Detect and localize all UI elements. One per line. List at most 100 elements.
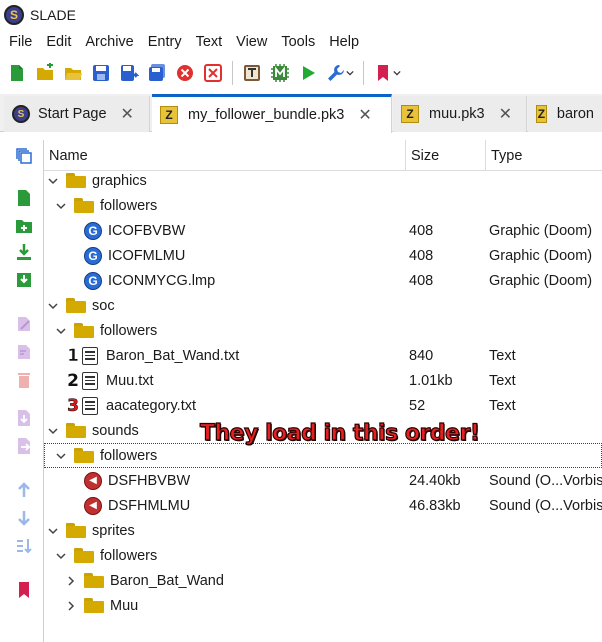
tree-row-folder[interactable]: sprites [44, 518, 602, 543]
tree-row-folder[interactable]: graphics [44, 168, 602, 193]
chevron-down-icon[interactable] [54, 449, 68, 463]
entry-name: followers [100, 322, 158, 339]
chevron-down-icon[interactable] [54, 199, 68, 213]
import-folder-icon [17, 273, 31, 287]
tree-row-entry[interactable]: ◀ DSFHMLMU 46.83kb Sound (O...Vorbis [44, 493, 602, 518]
text-entry-icon [82, 396, 98, 415]
tree-row-folder[interactable]: followers [44, 543, 602, 568]
close-icon[interactable]: ✕ [499, 104, 512, 124]
menu-entry[interactable]: Entry [143, 34, 187, 50]
run-button[interactable] [297, 62, 319, 84]
folder-icon [84, 573, 104, 588]
tree-row-entry[interactable]: G ICOFBVBW 408 Graphic (Doom) [44, 218, 602, 243]
collapse-all-button[interactable] [14, 146, 34, 166]
bookmark-dropdown-button[interactable] [372, 62, 402, 84]
play-icon [303, 66, 315, 80]
tree-row-entry[interactable]: G ICOFMLMU 408 Graphic (Doom) [44, 243, 602, 268]
tree-row-folder[interactable]: followers [44, 318, 602, 343]
import-dir-button[interactable] [14, 270, 34, 290]
menu-file[interactable]: File [4, 34, 37, 50]
entry-size: 24.40kb [409, 472, 461, 489]
entry-name: sounds [92, 422, 139, 439]
folder-icon [84, 598, 104, 613]
text-entry-icon [82, 371, 98, 390]
close-all-button[interactable] [202, 62, 224, 84]
column-header-size[interactable]: Size [406, 140, 486, 171]
close-archive-button[interactable] [174, 62, 196, 84]
close-icon[interactable]: ✕ [121, 104, 134, 124]
tree-row-entry[interactable]: ◀ DSFHBVBW 24.40kb Sound (O...Vorbis [44, 468, 602, 493]
menu-archive[interactable]: Archive [80, 34, 138, 50]
save-as-button[interactable] [118, 62, 140, 84]
new-folder-icon [37, 63, 53, 80]
entry-size: 1.01kb [409, 372, 453, 389]
sort-icon [17, 539, 32, 554]
tab-start-page[interactable]: S Start Page ✕ [4, 96, 150, 132]
chevron-right-icon[interactable] [64, 574, 78, 588]
graphic-entry-icon: G [84, 221, 102, 240]
tree-row-folder[interactable]: Muu [44, 593, 602, 618]
entry-name: DSFHBVBW [108, 472, 191, 489]
open-folder-icon [65, 68, 82, 80]
menu-view[interactable]: View [231, 34, 272, 50]
sound-entry-icon: ◀ [84, 471, 102, 490]
close-icon[interactable]: ✕ [358, 105, 371, 125]
tree-row-entry[interactable]: 2 Muu.txt 1.01kb Text [44, 368, 602, 393]
entry-name: followers [100, 197, 158, 214]
import-icon [17, 244, 31, 260]
chevron-down-icon[interactable] [46, 424, 60, 438]
menu-edit[interactable]: Edit [41, 34, 76, 50]
tools-dropdown-button[interactable] [325, 62, 355, 84]
menu-help[interactable]: Help [324, 34, 364, 50]
tree-row-entry[interactable]: 3 aacategory.txt 52 Text [44, 393, 602, 418]
new-file-icon [18, 190, 30, 206]
chevron-right-icon[interactable] [64, 599, 78, 613]
chevron-down-icon[interactable] [46, 524, 60, 538]
menu-tools[interactable]: Tools [276, 34, 320, 50]
map-editor-button[interactable] [269, 62, 291, 84]
tab-my-follower-bundle[interactable]: Z my_follower_bundle.pk3 ✕ [152, 94, 392, 133]
new-archive-button[interactable] [6, 62, 28, 84]
chevron-down-icon[interactable] [46, 299, 60, 313]
new-directory-button[interactable] [14, 216, 34, 236]
menu-text[interactable]: Text [191, 34, 228, 50]
move-down-button [14, 508, 34, 528]
load-order-number: 3 [67, 395, 79, 416]
entry-type: Graphic (Doom) [489, 272, 593, 289]
new-directory-archive-button[interactable] [34, 62, 56, 84]
close-icon [177, 65, 193, 81]
tab-muu[interactable]: Z muu.pk3 ✕ [393, 96, 527, 132]
arrow-up-icon [18, 482, 30, 497]
entry-name: ICONMYCG.lmp [108, 272, 216, 289]
graphic-entry-icon: G [84, 271, 102, 290]
tree-row-entry[interactable]: G ICONMYCG.lmp 408 Graphic (Doom) [44, 268, 602, 293]
bookmark-button[interactable] [14, 580, 34, 600]
tab-baron[interactable]: Z baron [528, 96, 602, 132]
folder-icon [74, 448, 94, 463]
entry-size: 408 [409, 247, 434, 264]
tree-row-folder[interactable]: Baron_Bat_Wand [44, 568, 602, 593]
chevron-down-icon[interactable] [54, 324, 68, 338]
tree-row-folder[interactable]: followers [44, 443, 602, 468]
column-header-name[interactable]: Name [44, 140, 406, 171]
tree-row-entry[interactable]: 1 Baron_Bat_Wand.txt 840 Text [44, 343, 602, 368]
new-entry-button[interactable] [14, 188, 34, 208]
save-button[interactable] [90, 62, 112, 84]
text-entry-icon [82, 346, 98, 365]
import-entry-icon [18, 410, 30, 426]
entry-name: sprites [92, 522, 135, 539]
entry-name: followers [100, 447, 158, 464]
entry-name: followers [100, 547, 158, 564]
text-editor-button[interactable] [241, 62, 263, 84]
rename-each-icon [18, 345, 30, 359]
save-all-button[interactable] [146, 62, 168, 84]
open-archive-button[interactable] [62, 62, 84, 84]
entry-size: 52 [409, 397, 426, 414]
chevron-down-icon[interactable] [46, 174, 60, 188]
column-header-type[interactable]: Type [486, 140, 602, 171]
import-files-button[interactable] [14, 242, 34, 262]
entry-name: Baron_Bat_Wand [110, 572, 224, 589]
chevron-down-icon[interactable] [54, 549, 68, 563]
tree-row-folder[interactable]: followers [44, 193, 602, 218]
tree-row-folder[interactable]: soc [44, 293, 602, 318]
